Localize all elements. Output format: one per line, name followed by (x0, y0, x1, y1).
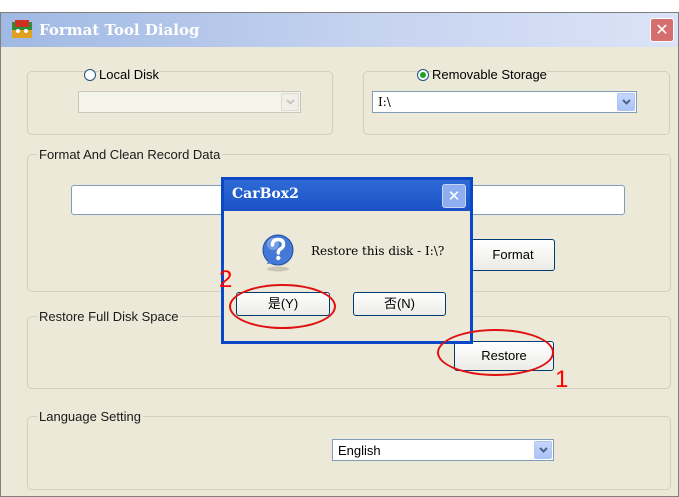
restore-group-label: Restore Full Disk Space (37, 309, 181, 324)
message-box-title-bar[interactable]: CarBox2 ✕ (224, 180, 470, 211)
app-icon (11, 19, 33, 39)
chevron-down-icon[interactable] (534, 441, 552, 459)
format-button[interactable]: Format (471, 239, 555, 271)
language-group-label: Language Setting (37, 409, 143, 424)
message-box-close-button[interactable]: ✕ (442, 184, 466, 208)
local-disk-combo[interactable] (78, 91, 301, 113)
no-button[interactable]: 否(N) (353, 292, 446, 316)
chevron-down-icon[interactable] (281, 93, 299, 111)
chevron-down-icon[interactable] (617, 93, 635, 111)
removable-storage-label: Removable Storage (432, 67, 547, 82)
restore-highlight-ellipse (437, 329, 554, 376)
format-group-label: Format And Clean Record Data (37, 147, 223, 162)
close-icon: ✕ (655, 20, 669, 39)
yes-highlight-ellipse (229, 284, 336, 329)
message-text: Restore this disk - I:\? (311, 244, 445, 258)
removable-storage-combo-value: I:\ (378, 95, 391, 109)
question-icon (260, 232, 296, 272)
language-combo[interactable]: English (332, 439, 554, 461)
radio-unchecked-icon (84, 68, 96, 81)
step-2-label: 2 (219, 266, 233, 293)
window-title: Format Tool Dialog (39, 21, 200, 39)
removable-storage-combo[interactable]: I:\ (372, 91, 637, 113)
close-icon: ✕ (447, 187, 461, 205)
local-disk-label: Local Disk (99, 67, 159, 82)
close-button[interactable]: ✕ (650, 18, 674, 42)
step-1-label: 1 (555, 366, 569, 393)
title-bar[interactable]: Format Tool Dialog ✕ (1, 13, 678, 47)
radio-checked-icon (417, 68, 429, 81)
removable-storage-radio[interactable]: Removable Storage (417, 67, 547, 82)
message-box-title: CarBox2 (232, 186, 299, 202)
local-disk-radio[interactable]: Local Disk (84, 67, 159, 82)
language-combo-value: English (338, 443, 381, 458)
